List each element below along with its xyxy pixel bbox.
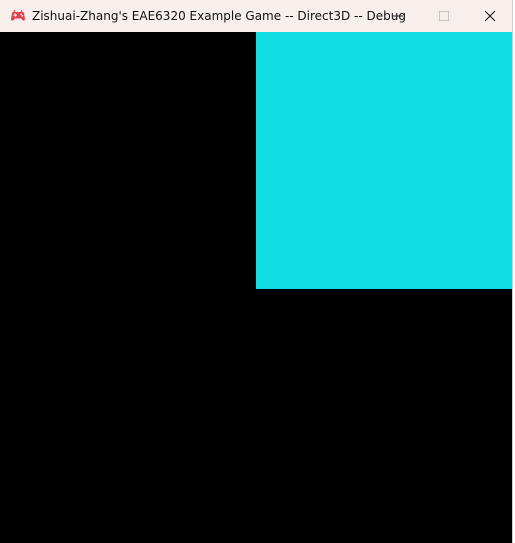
app-window: Zishuai-Zhang's EAE6320 Example Game -- …	[0, 0, 513, 543]
window-title: Zishuai-Zhang's EAE6320 Example Game -- …	[32, 9, 406, 23]
title-bar[interactable]: Zishuai-Zhang's EAE6320 Example Game -- …	[0, 0, 512, 32]
game-controller-icon	[10, 8, 26, 24]
close-button[interactable]	[467, 0, 512, 32]
minimize-icon	[392, 10, 404, 22]
minimize-button[interactable]	[375, 0, 421, 32]
maximize-button[interactable]	[421, 0, 467, 32]
render-viewport[interactable]	[0, 32, 512, 543]
caption-controls	[375, 0, 512, 32]
close-icon	[484, 10, 496, 22]
maximize-icon	[438, 10, 450, 22]
cyan-square	[256, 32, 512, 289]
